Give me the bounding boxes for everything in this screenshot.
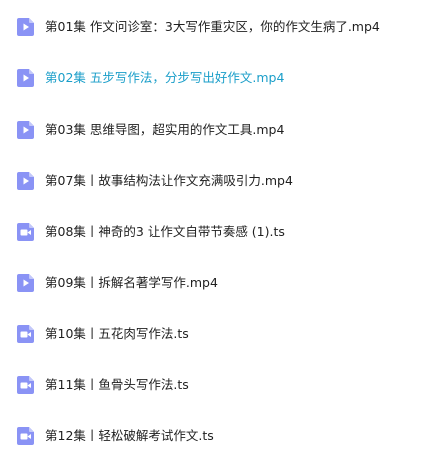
file-name: 第08集丨神奇的3 让作文自带节奏感 (1).ts <box>45 224 285 239</box>
file-row-08[interactable]: 第08集丨神奇的3 让作文自带节奏感 (1).ts <box>0 212 439 252</box>
file-name: 第03集 思维导图，超实用的作文工具.mp4 <box>45 122 285 137</box>
file-row-12[interactable]: 第12集丨轻松破解考试作文.ts <box>0 416 439 456</box>
file-name: 第01集 作文问诊室：3大写作重灾区，你的作文生病了.mp4 <box>45 19 380 34</box>
file-name: 第02集 五步写作法，分步写出好作文.mp4 <box>45 70 285 85</box>
video-camera-icon <box>16 222 36 242</box>
video-play-icon <box>16 17 36 37</box>
file-name: 第12集丨轻松破解考试作文.ts <box>45 428 214 443</box>
video-play-icon <box>16 273 36 293</box>
video-camera-icon <box>16 324 36 344</box>
file-name: 第07集丨故事结构法让作文充满吸引力.mp4 <box>45 173 293 188</box>
file-list: 第01集 作文问诊室：3大写作重灾区，你的作文生病了.mp4 第02集 五步写作… <box>0 0 439 452</box>
video-play-icon <box>16 120 36 140</box>
video-camera-icon <box>16 426 36 446</box>
file-row-10[interactable]: 第10集丨五花肉写作法.ts <box>0 314 439 354</box>
file-row-09[interactable]: 第09集丨拆解名著学写作.mp4 <box>0 263 439 303</box>
file-name: 第10集丨五花肉写作法.ts <box>45 326 189 341</box>
file-name: 第11集丨鱼骨头写作法.ts <box>45 377 189 392</box>
file-name: 第09集丨拆解名著学写作.mp4 <box>45 275 218 290</box>
video-play-icon <box>16 68 36 88</box>
file-row-03[interactable]: 第03集 思维导图，超实用的作文工具.mp4 <box>0 110 439 150</box>
file-row-07[interactable]: 第07集丨故事结构法让作文充满吸引力.mp4 <box>0 161 439 201</box>
video-camera-icon <box>16 375 36 395</box>
video-play-icon <box>16 171 36 191</box>
file-row-11[interactable]: 第11集丨鱼骨头写作法.ts <box>0 365 439 405</box>
file-row-02[interactable]: 第02集 五步写作法，分步写出好作文.mp4 <box>0 58 439 98</box>
file-row-01[interactable]: 第01集 作文问诊室：3大写作重灾区，你的作文生病了.mp4 <box>0 7 439 47</box>
